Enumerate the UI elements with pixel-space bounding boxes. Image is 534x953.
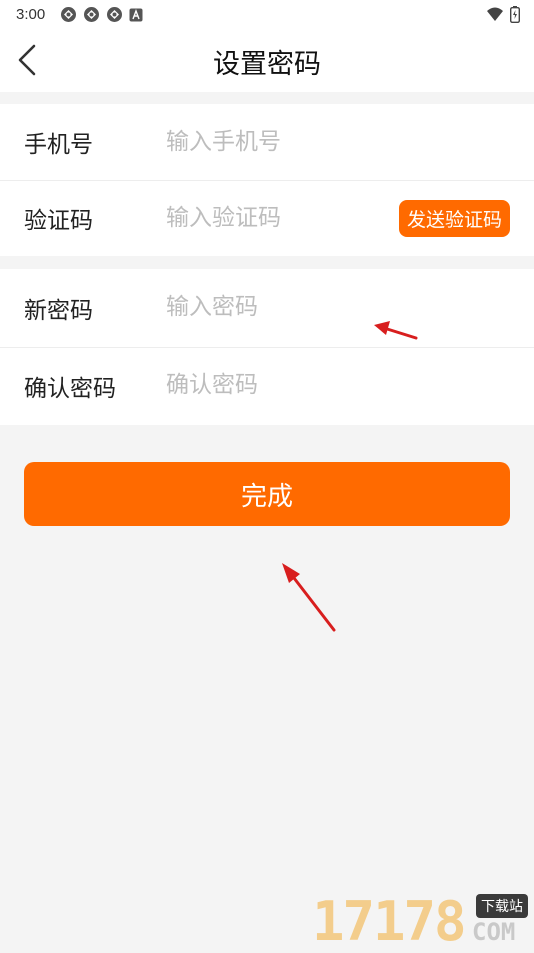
new-password-input[interactable] (166, 287, 386, 327)
watermark-badge: 下载站 (476, 894, 528, 918)
sync-icon (107, 7, 122, 22)
confirm-password-label: 确认密码 (24, 376, 116, 402)
sync-icon (84, 7, 99, 22)
sync-icon (61, 7, 76, 22)
status-bar: 3:00 (0, 0, 534, 28)
status-right-icons (486, 6, 520, 23)
phone-label: 手机号 (24, 132, 93, 158)
confirm-password-row: 确认密码 (0, 347, 534, 425)
form-group-password: 新密码 确认密码 (0, 269, 534, 425)
send-code-button[interactable]: 发送验证码 (398, 200, 510, 237)
battery-icon (510, 6, 520, 23)
phone-input[interactable] (166, 122, 386, 162)
code-input[interactable] (166, 198, 386, 238)
annotation-arrow-icon (282, 563, 336, 632)
code-row: 验证码 发送验证码 (0, 180, 534, 256)
new-password-row: 新密码 (0, 269, 534, 347)
watermark-suffix: COM (472, 918, 516, 946)
new-password-label: 新密码 (24, 298, 93, 324)
status-left-icons (60, 6, 143, 23)
form-group-account: 手机号 验证码 发送验证码 (0, 104, 534, 256)
a-icon (129, 8, 143, 21)
watermark-logo: 17178 下载站 COM (308, 888, 534, 953)
header: 设置密码 (0, 28, 534, 92)
confirm-password-input[interactable] (166, 365, 386, 405)
watermark-digits: 17178 (312, 890, 467, 953)
code-label: 验证码 (24, 208, 93, 234)
submit-button[interactable]: 完成 (24, 462, 510, 526)
status-time: 3:00 (16, 6, 46, 23)
page-title: 设置密码 (213, 49, 321, 80)
phone-row: 手机号 (0, 104, 534, 180)
wifi-icon (487, 7, 503, 21)
